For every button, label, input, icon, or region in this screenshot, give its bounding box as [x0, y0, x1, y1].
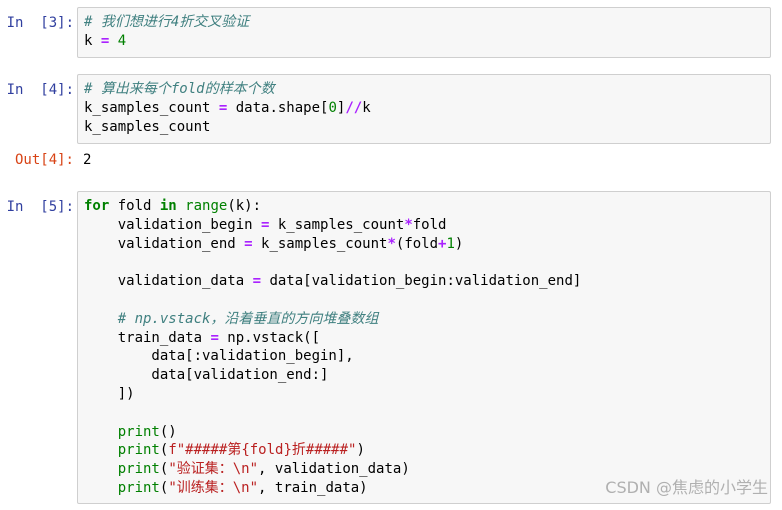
code-text: # 算出来每个fold的样本个数 k_samples_count = data.s… — [78, 75, 770, 141]
output-prompt: Out[4]: — [14, 152, 74, 168]
code-line: validation_end = k_samples_count*(fold+1… — [84, 235, 764, 254]
code-token: range — [185, 198, 228, 214]
code-token: k_samples_count — [84, 99, 219, 116]
code-editor[interactable]: # 算出来每个fold的样本个数 k_samples_count = data.s… — [77, 74, 771, 144]
code-line: data[validation_end:] — [84, 366, 764, 385]
code-text: for fold in range(k): validation_begin =… — [78, 192, 770, 503]
code-token: # 我们想进行4折交叉验证 — [84, 14, 250, 30]
code-line: validation_data = data[validation_begin:… — [84, 272, 764, 291]
code-token: k — [84, 32, 101, 49]
code-token: * — [387, 235, 396, 252]
code-line: print(f"#####第{fold}折#####") — [84, 441, 764, 460]
code-line: validation_begin = k_samples_count*fold — [84, 216, 764, 235]
code-token: fold — [109, 198, 160, 214]
code-token: ]) — [84, 385, 135, 402]
code-token: "训练集：\n" — [168, 479, 259, 496]
code-token: = — [252, 273, 262, 290]
code-token: k_samples_count — [269, 216, 405, 233]
code-token: data[:validation_begin], — [84, 348, 354, 365]
code-editor[interactable]: for fold in range(k): validation_begin =… — [77, 191, 771, 504]
code-text: # 我们想进行4折交叉验证 k = 4 — [78, 8, 770, 56]
code-token: k_samples_count — [252, 235, 388, 252]
code-token: print — [117, 479, 160, 496]
input-prompt: In [5]: — [6, 199, 74, 215]
code-token: = — [244, 235, 253, 252]
code-token: 1 — [446, 235, 455, 252]
code-token: validation_data — [84, 273, 253, 290]
code-token: // — [345, 99, 363, 116]
code-token: k_samples_count — [84, 118, 211, 135]
code-token: (fold — [395, 235, 439, 252]
top-border — [0, 0, 782, 5]
code-token: , train_data) — [258, 479, 368, 496]
code-line: data[:validation_begin], — [84, 347, 764, 366]
code-token: k — [362, 99, 371, 116]
code-token: f"#####第{fold}折#####" — [168, 442, 357, 459]
code-line: # np.vstack，沿着垂直的方向堆叠数组 — [84, 310, 764, 329]
code-token: ) — [454, 235, 464, 252]
code-line: ]) — [84, 385, 764, 404]
code-token: np.vstack([ — [218, 329, 321, 346]
code-token: in — [159, 198, 177, 214]
code-token: train_data — [84, 329, 211, 346]
code-token: validation_end — [84, 235, 245, 252]
code-line: # 算出来每个fold的样本个数 — [84, 80, 764, 99]
code-token: # 算出来每个fold的样本个数 — [84, 81, 275, 97]
code-line: # 我们想进行4折交叉验证 — [84, 13, 764, 32]
code-token: for — [84, 198, 110, 214]
code-token: print — [117, 442, 160, 459]
code-token: fold — [412, 216, 447, 233]
watermark: CSDN @焦虑的小学生 — [605, 478, 768, 497]
code-token: print — [117, 461, 160, 478]
code-token: = — [210, 329, 219, 346]
code-line: k = 4 — [84, 32, 764, 51]
code-token: validation_begin — [84, 216, 262, 233]
code-editor[interactable]: # 我们想进行4折交叉验证 k = 4 — [77, 7, 771, 58]
code-token: "验证集：\n" — [168, 461, 259, 478]
code-token: data.shape[ — [227, 99, 329, 116]
output-value: 2 — [83, 152, 92, 168]
code-token: data[validation_end:] — [84, 367, 329, 384]
code-token: 0 — [328, 99, 337, 116]
code-token: , validation_data) — [258, 461, 410, 478]
code-line: train_data = np.vstack([ — [84, 329, 764, 348]
code-token: # np.vstack，沿着垂直的方向堆叠数组 — [117, 310, 379, 327]
input-prompt: In [3]: — [6, 15, 74, 31]
code-token: * — [404, 216, 413, 233]
code-token: data[validation_begin:validation_end] — [261, 273, 582, 290]
input-prompt: In [4]: — [6, 82, 74, 98]
code-line: for fold in range(k): — [84, 197, 764, 216]
code-line: k_samples_count = data.shape[0]//k — [84, 99, 764, 118]
code-token: () — [159, 423, 177, 440]
code-token: (k): — [227, 198, 262, 214]
code-line: print() — [84, 423, 764, 442]
code-token: print — [117, 423, 160, 440]
code-token: 4 — [117, 32, 127, 49]
code-line: k_samples_count — [84, 118, 764, 137]
code-token: ) — [356, 442, 365, 459]
